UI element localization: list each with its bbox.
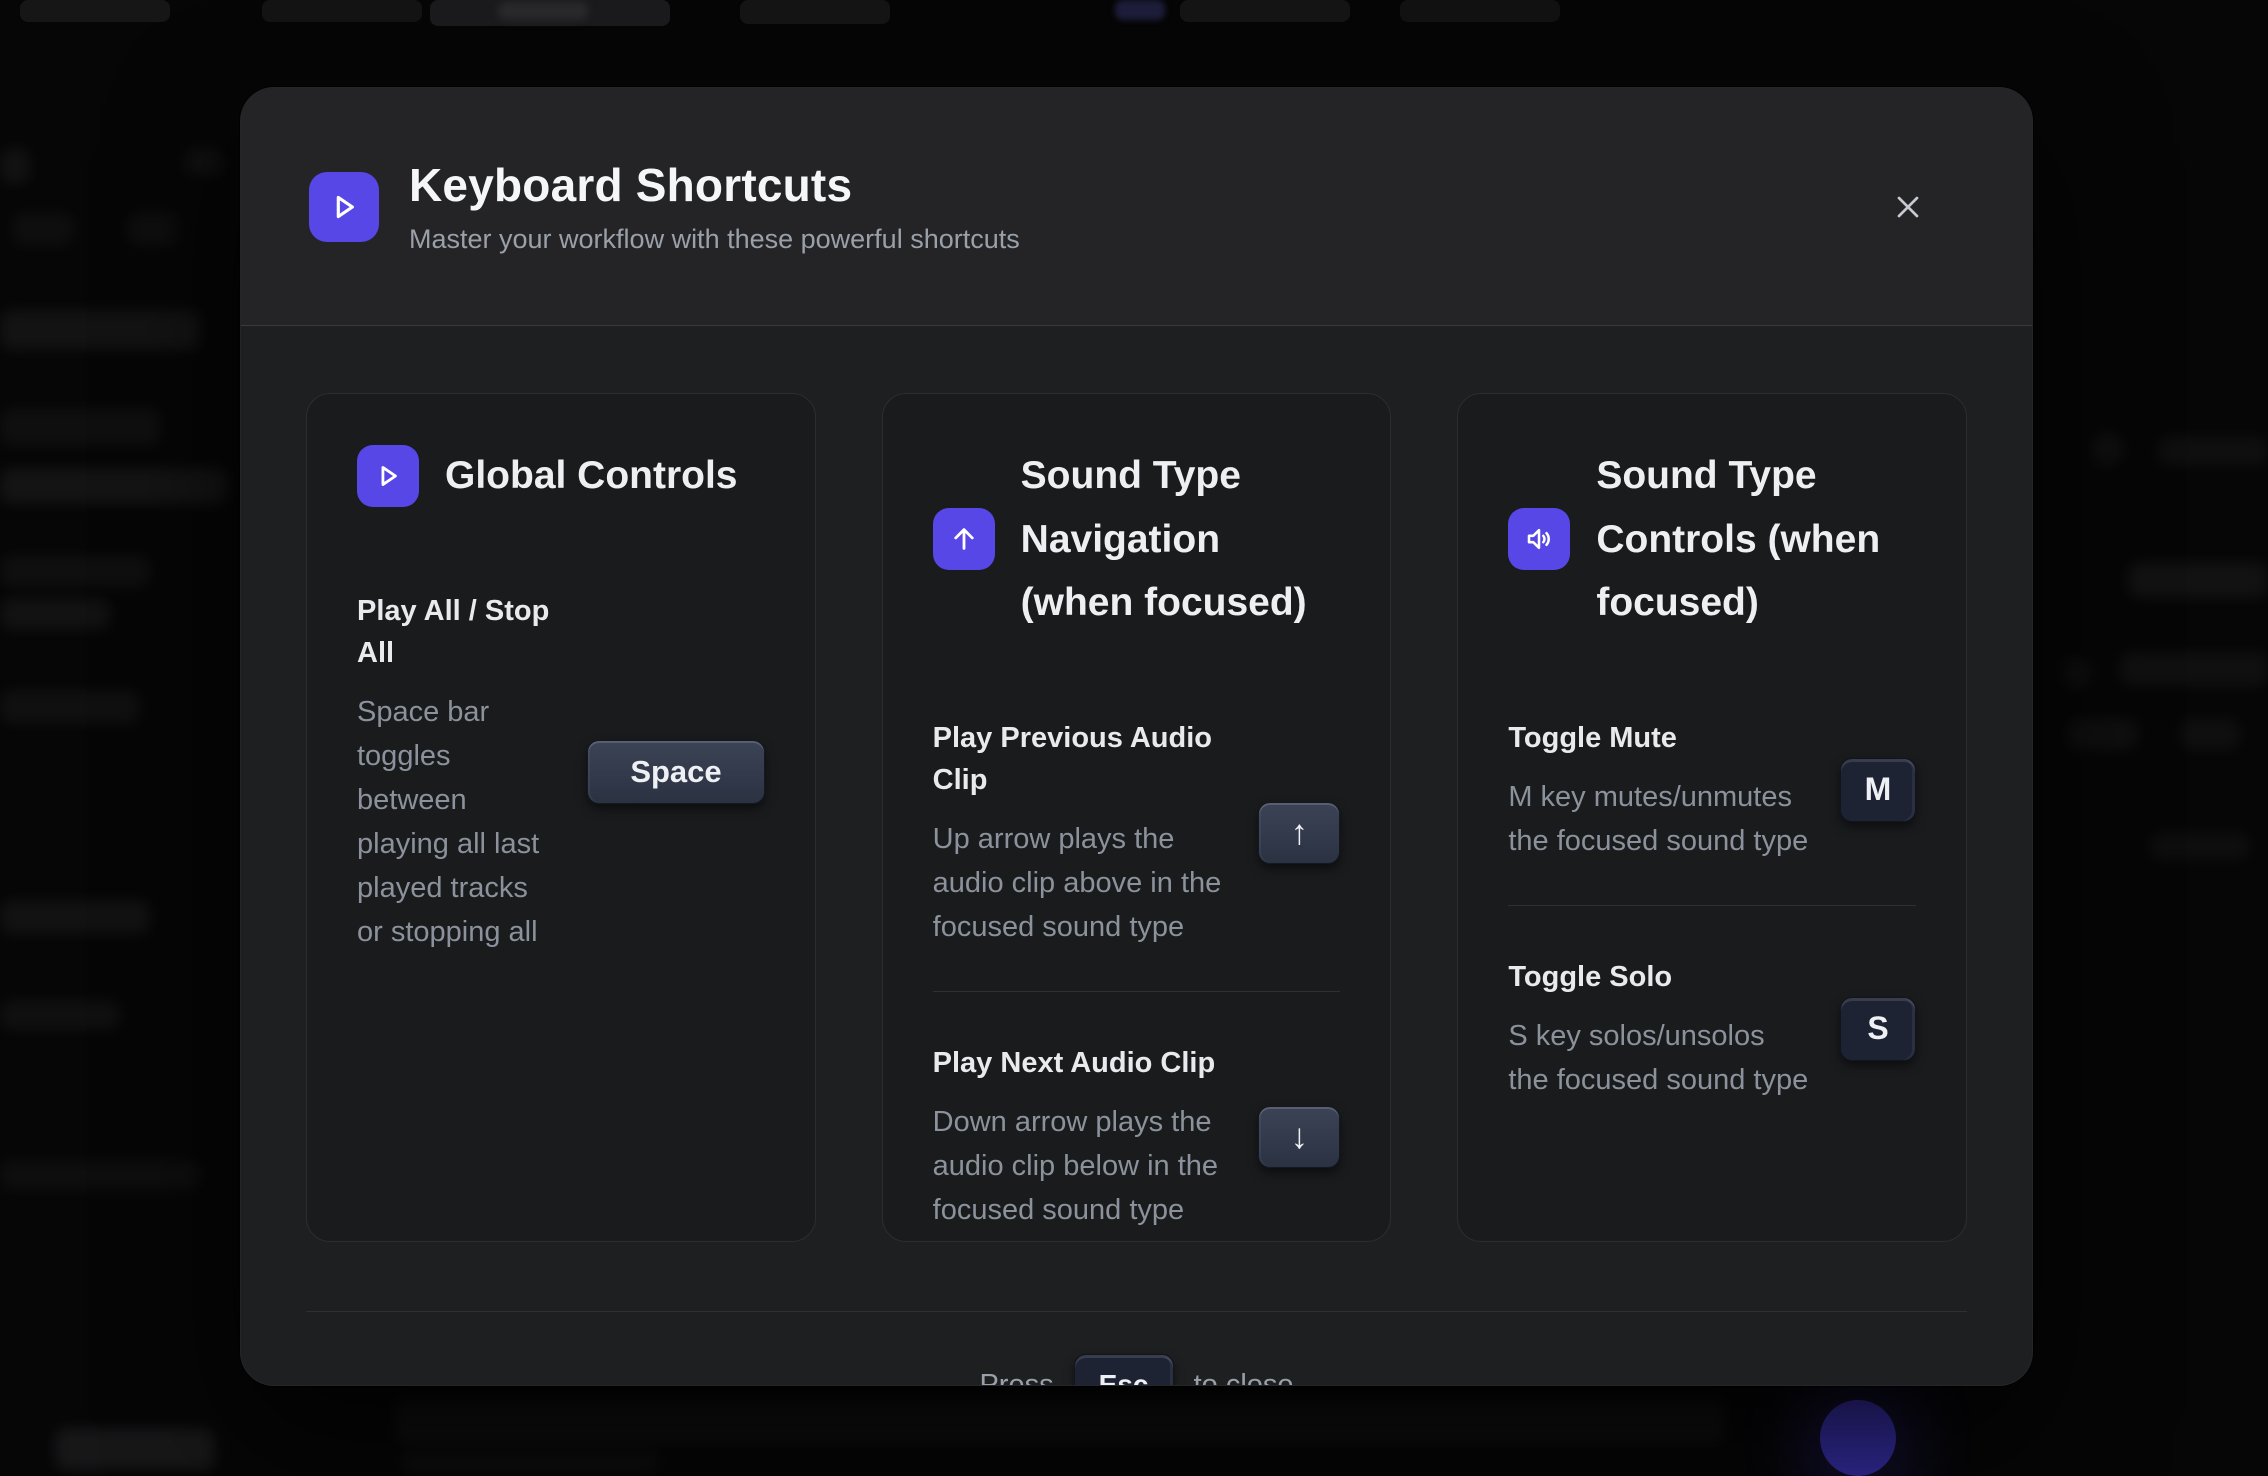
- background-toolbar-item: [1400, 0, 1560, 22]
- close-button[interactable]: [1880, 179, 1936, 235]
- background-list-item: [0, 468, 228, 504]
- background-panel-item: [2158, 436, 2268, 466]
- key-arrow-down: ↓: [1258, 1106, 1340, 1168]
- close-icon: [1890, 189, 1926, 225]
- background-toolbar-item: [498, 2, 588, 20]
- background-toolbar-item: [430, 0, 670, 26]
- shortcut-description: S key solos/unsolos the focused sound ty…: [1508, 1014, 1810, 1102]
- shortcut-row-toggle-solo: Toggle Solo S key solos/unsolos the focu…: [1508, 956, 1916, 1102]
- background-panel-item: [2120, 652, 2268, 686]
- background-bottom-text: [55, 1428, 215, 1470]
- card-title: Global Controls: [445, 444, 738, 508]
- shortcut-info: Toggle Solo S key solos/unsolos the focu…: [1508, 956, 1810, 1102]
- play-icon: [309, 172, 379, 242]
- background-list-item: [12, 212, 74, 246]
- speaker-icon: [1508, 508, 1570, 570]
- shortcut-description: Down arrow plays the audio clip below in…: [933, 1100, 1229, 1232]
- shortcut-info: Toggle Mute M key mutes/unmutes the focu…: [1508, 717, 1810, 863]
- shortcut-description: M key mutes/unmutes the focused sound ty…: [1508, 775, 1810, 863]
- key-arrow-up: ↑: [1258, 802, 1340, 864]
- background-toolbar-item: [1180, 0, 1350, 22]
- background-list-item: [0, 900, 150, 934]
- shortcut-name: Play Previous Audio Clip: [933, 717, 1229, 801]
- divider: [1508, 905, 1916, 906]
- shortcut-name: Toggle Mute: [1508, 717, 1810, 759]
- modal-header: Keyboard Shortcuts Master your workflow …: [241, 88, 2032, 326]
- shortcut-row-toggle-mute: Toggle Mute M key mutes/unmutes the focu…: [1508, 717, 1916, 863]
- divider: [933, 991, 1341, 992]
- app-background: Keyboard Shortcuts Master your workflow …: [0, 0, 2268, 1476]
- card-sound-type-navigation: Sound Type Navigation (when focused) Pla…: [882, 393, 1392, 1242]
- background-bottom-text: [400, 1448, 660, 1474]
- background-panel-item: [2090, 432, 2124, 466]
- background-bottom-text: [395, 1398, 1725, 1444]
- background-list-item: [185, 148, 223, 176]
- card-title: Sound Type Navigation (when focused): [1021, 444, 1341, 635]
- shortcut-list: Play Previous Audio Clip Up arrow plays …: [933, 717, 1341, 1233]
- background-panel-item: [2062, 658, 2092, 688]
- arrow-up-icon: [933, 508, 995, 570]
- card-global-controls: Global Controls Play All / Stop All Spac…: [306, 393, 816, 1242]
- page-subtitle: Master your workflow with these powerful…: [409, 224, 1850, 255]
- background-panel-item: [2180, 718, 2240, 750]
- background-toolbar-item: [262, 0, 422, 22]
- key-space: Space: [587, 740, 764, 804]
- background-fab-button: [1820, 1400, 1896, 1476]
- key-esc: Esc: [1074, 1354, 1174, 1386]
- shortcut-info: Play Previous Audio Clip Up arrow plays …: [933, 717, 1229, 949]
- shortcut-cards: Global Controls Play All / Stop All Spac…: [306, 393, 1967, 1242]
- card-header: Sound Type Navigation (when focused): [933, 444, 1341, 635]
- footer-hint: Press Esc to close: [306, 1354, 1967, 1386]
- shortcut-list: Toggle Mute M key mutes/unmutes the focu…: [1508, 717, 1916, 1102]
- shortcut-list: Play All / Stop All Space bar toggles be…: [357, 590, 765, 955]
- card-title: Sound Type Controls (when focused): [1596, 444, 1916, 635]
- shortcut-row-play-previous: Play Previous Audio Clip Up arrow plays …: [933, 717, 1341, 949]
- background-list-item: [0, 310, 200, 350]
- key-m: M: [1840, 758, 1916, 822]
- shortcut-name: Play Next Audio Clip: [933, 1042, 1229, 1084]
- card-header: Global Controls: [357, 444, 765, 508]
- footer-hint-prefix: Press: [979, 1369, 1053, 1387]
- card-sound-type-controls: Sound Type Controls (when focused) Toggl…: [1457, 393, 1967, 1242]
- shortcut-description: Space bar toggles between playing all la…: [357, 690, 557, 954]
- modal-titles: Keyboard Shortcuts Master your workflow …: [409, 158, 1850, 255]
- background-list-item: [128, 212, 178, 246]
- background-list-item: [0, 408, 160, 446]
- shortcut-info: Play Next Audio Clip Down arrow plays th…: [933, 1042, 1229, 1232]
- page-title: Keyboard Shortcuts: [409, 158, 1850, 212]
- key-s: S: [1840, 997, 1916, 1061]
- keyboard-shortcuts-modal: Keyboard Shortcuts Master your workflow …: [240, 87, 2033, 1386]
- background-list-item: [0, 1000, 120, 1030]
- background-list-item: [0, 1160, 200, 1190]
- background-toolbar-item: [740, 0, 890, 24]
- background-toolbar-item: [1115, 0, 1165, 20]
- shortcut-name: Toggle Solo: [1508, 956, 1810, 998]
- background-panel-item: [2068, 718, 2138, 750]
- shortcut-row-play-all: Play All / Stop All Space bar toggles be…: [357, 590, 765, 955]
- divider: [306, 1311, 1967, 1312]
- footer-hint-suffix: to close: [1194, 1369, 1294, 1387]
- background-panel-item: [2150, 832, 2250, 860]
- shortcut-name: Play All / Stop All: [357, 590, 557, 674]
- play-icon: [357, 445, 419, 507]
- background-toolbar-item: [20, 0, 170, 22]
- card-header: Sound Type Controls (when focused): [1508, 444, 1916, 635]
- modal-body: Global Controls Play All / Stop All Spac…: [241, 326, 2032, 1386]
- background-list-item: [0, 598, 110, 630]
- shortcut-info: Play All / Stop All Space bar toggles be…: [357, 590, 557, 955]
- background-list-item: [0, 555, 150, 587]
- shortcut-row-play-next: Play Next Audio Clip Down arrow plays th…: [933, 1042, 1341, 1232]
- background-list-item: [0, 690, 140, 724]
- background-list-item: [0, 148, 30, 184]
- shortcut-description: Up arrow plays the audio clip above in t…: [933, 817, 1229, 949]
- background-panel-item: [2128, 562, 2268, 598]
